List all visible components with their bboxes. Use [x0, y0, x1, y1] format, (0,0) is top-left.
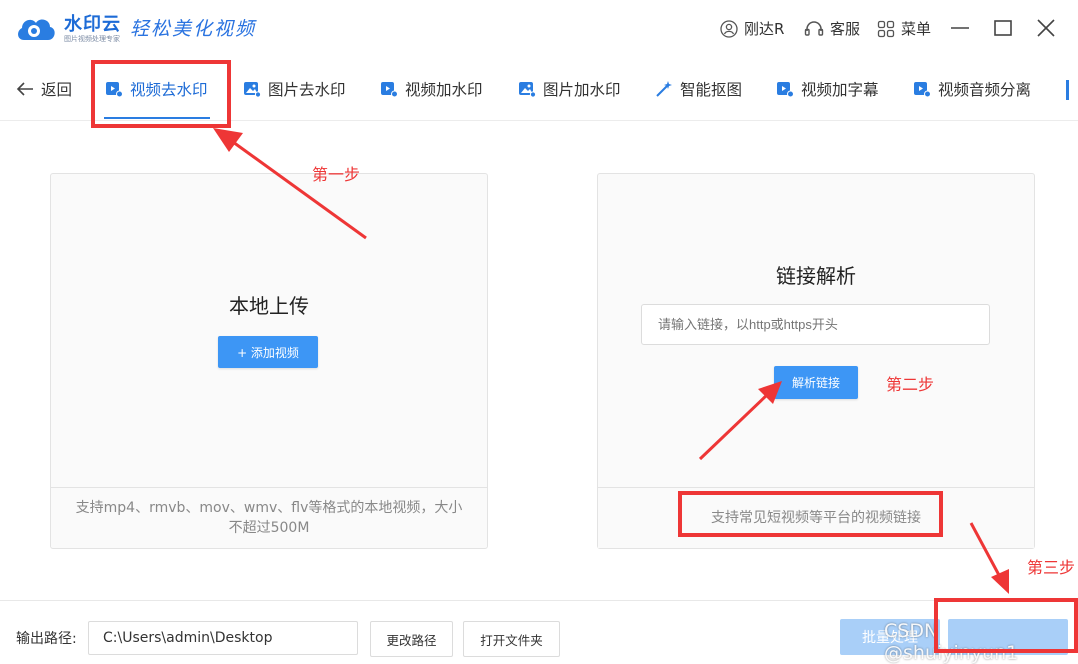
step3-arrowhead-icon [991, 569, 1009, 594]
step3-arrow [969, 522, 1002, 578]
step2-arrow [698, 392, 770, 461]
step1-arrow [232, 140, 367, 240]
annotation-arrows [213, 128, 1009, 594]
step1-arrowhead-icon [213, 128, 243, 152]
